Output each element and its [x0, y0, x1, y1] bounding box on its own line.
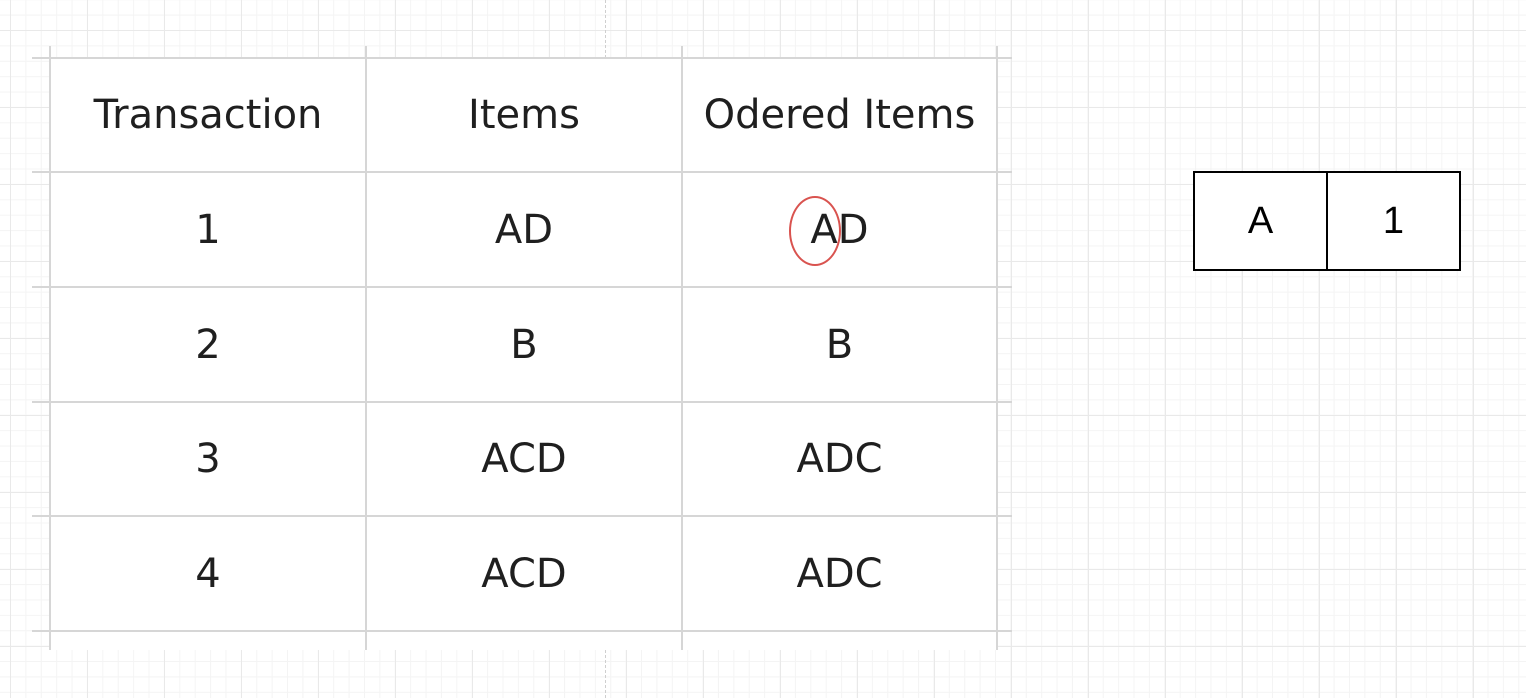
- table-cell-items: AD: [494, 206, 554, 253]
- column-header-items: Items: [468, 92, 580, 138]
- table-cell-transaction: 3: [195, 436, 221, 482]
- column-header-transaction: Transaction: [93, 92, 323, 138]
- table-cell-transaction: 4: [195, 550, 221, 597]
- table-cell-ordered-items: B: [825, 321, 854, 368]
- item-count-box: A 1: [1193, 171, 1461, 271]
- table-cell-transaction: 2: [195, 321, 221, 368]
- table-cell-ordered-items: ADC: [796, 436, 883, 482]
- table-cell-ordered-items: ADC: [796, 550, 883, 597]
- item-count-label: A: [1247, 199, 1274, 242]
- table-cell-ordered-items: AD: [810, 206, 869, 253]
- table-rule: [32, 630, 1012, 632]
- table-cell-items: ACD: [481, 436, 567, 482]
- table-cell-transaction: 1: [195, 206, 221, 253]
- transactions-table: Transaction Items Odered Items 1 AD AD 2…: [32, 46, 1012, 650]
- table-cell-items: ACD: [481, 550, 567, 597]
- item-count-value: 1: [1326, 173, 1459, 269]
- table-cell-items: B: [510, 321, 538, 368]
- column-header-ordered-items: Odered Items: [703, 92, 976, 138]
- table-rule: [996, 46, 998, 650]
